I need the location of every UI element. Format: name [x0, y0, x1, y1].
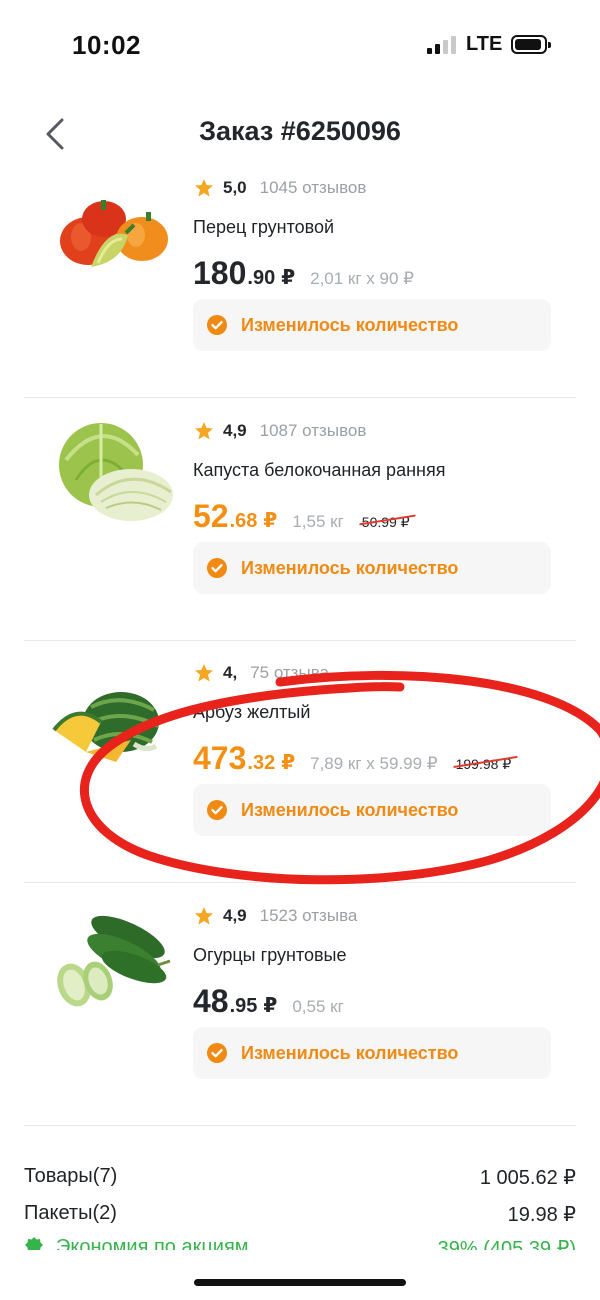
discount-row: Экономия по акциям 39% (405.39 ₽) — [24, 1236, 576, 1250]
status-time: 10:02 — [72, 30, 141, 60]
price-row: 180.90 ₽ 2,01 кг x 90 ₽ — [193, 255, 414, 295]
star-icon — [195, 179, 213, 197]
quantity-changed-badge[interactable]: Изменилось количество — [193, 784, 551, 836]
star-icon — [195, 664, 213, 682]
reviews-count[interactable]: 75 отзыва — [250, 663, 329, 683]
rating-value: 5,0 — [223, 178, 247, 197]
quantity-changed-label: Изменилось количество — [241, 1042, 459, 1063]
star-icon — [195, 907, 213, 925]
product-name[interactable]: Капуста белокочанная ранняя — [193, 460, 445, 481]
price-currency: ₽ — [263, 510, 278, 532]
discount-icon — [25, 1237, 43, 1250]
quantity-changed-label: Изменилось количество — [241, 799, 459, 820]
reviews-count[interactable]: 1087 отзывов — [260, 421, 367, 441]
price-currency: ₽ — [281, 752, 296, 774]
product-name[interactable]: Арбуз желтый — [193, 702, 310, 723]
bags-value: 19.98 ₽ — [507, 1204, 576, 1226]
price-decimal: .90 — [247, 267, 276, 289]
price-decimal: .32 — [247, 752, 276, 774]
bags-label: Пакеты(2) — [24, 1202, 117, 1224]
product-name[interactable]: Перец грунтовой — [193, 217, 334, 238]
order-item[interactable]: 4, 75 отзыва Арбуз желтый 473.32 ₽ 7,89 к… — [24, 640, 576, 883]
order-item[interactable]: 4,9 1523 отзыва Огурцы грунтовые 48.95 ₽ … — [24, 883, 576, 1126]
rating-row: 5,0 1045 отзывов — [194, 177, 366, 199]
discount-value: 39% (405.39 ₽) — [437, 1238, 576, 1250]
rating-row: 4, 75 отзыва — [194, 662, 329, 684]
rating-value: 4, — [223, 663, 238, 682]
battery-icon — [511, 35, 551, 54]
bell-peppers-image — [60, 200, 168, 267]
price-decimal: .68 — [229, 510, 258, 532]
old-price: 50.99 ₽ — [358, 514, 416, 531]
check-circle-icon — [207, 315, 227, 335]
goods-total-row: Товары(7) 1 005.62 ₽ — [24, 1165, 576, 1190]
quantity-info: 0,55 кг — [292, 997, 344, 1016]
price-row: 52.68 ₽ 1,55 кг 50.99 ₽ — [193, 498, 416, 538]
rating-value: 4,9 — [223, 421, 247, 440]
price-integer: 180 — [193, 255, 247, 291]
price-integer: 473 — [193, 740, 247, 776]
price-integer: 48 — [193, 983, 229, 1019]
cucumbers-image — [57, 915, 171, 1007]
quantity-changed-badge[interactable]: Изменилось количество — [193, 299, 551, 351]
cabbage-image — [59, 423, 173, 521]
yellow-watermelon-image — [52, 692, 159, 762]
network-type: LTE — [466, 33, 503, 55]
status-bar: 10:02 LTE — [0, 0, 600, 90]
discount-label: Экономия по акциям — [56, 1236, 249, 1250]
quantity-info: 1,55 кг — [292, 512, 344, 531]
price-currency: ₽ — [263, 995, 278, 1017]
page-title: Заказ #6250096 — [199, 116, 401, 146]
price-row: 473.32 ₽ 7,89 кг x 59.99 ₽ 199.98 ₽ — [193, 740, 517, 780]
signal-strength-icon — [427, 36, 457, 54]
product-name[interactable]: Огурцы грунтовые — [193, 945, 347, 966]
order-item[interactable]: 5,0 1045 отзывов Перец грунтовой 180.90 ₽… — [24, 155, 576, 398]
home-indicator — [194, 1279, 406, 1286]
reviews-count[interactable]: 1523 отзыва — [260, 906, 358, 926]
old-price: 199.98 ₽ — [452, 755, 517, 773]
rating-value: 4,9 — [223, 906, 247, 925]
price-integer: 52 — [193, 498, 229, 534]
rating-row: 4,9 1523 отзыва — [194, 905, 357, 927]
quantity-changed-label: Изменилось количество — [241, 557, 459, 578]
quantity-info: 2,01 кг x 90 ₽ — [310, 269, 414, 288]
price-decimal: .95 — [229, 995, 258, 1017]
quantity-changed-label: Изменилось количество — [241, 314, 459, 335]
check-circle-icon — [207, 800, 227, 820]
check-circle-icon — [207, 1043, 227, 1063]
goods-label: Товары(7) — [24, 1165, 118, 1187]
goods-value: 1 005.62 ₽ — [479, 1167, 576, 1189]
quantity-changed-badge[interactable]: Изменилось количество — [193, 542, 551, 594]
order-item[interactable]: 4,9 1087 отзывов Капуста белокочанная ра… — [24, 398, 576, 641]
check-circle-icon — [207, 558, 227, 578]
reviews-count[interactable]: 1045 отзывов — [260, 178, 367, 198]
bags-total-row: Пакеты(2) 19.98 ₽ — [24, 1202, 576, 1227]
rating-row: 4,9 1087 отзывов — [194, 420, 366, 442]
star-icon — [195, 422, 213, 440]
quantity-changed-badge[interactable]: Изменилось количество — [193, 1027, 551, 1079]
price-row: 48.95 ₽ 0,55 кг — [193, 983, 344, 1023]
price-currency: ₽ — [281, 267, 296, 289]
quantity-info: 7,89 кг x 59.99 ₽ — [310, 754, 438, 773]
